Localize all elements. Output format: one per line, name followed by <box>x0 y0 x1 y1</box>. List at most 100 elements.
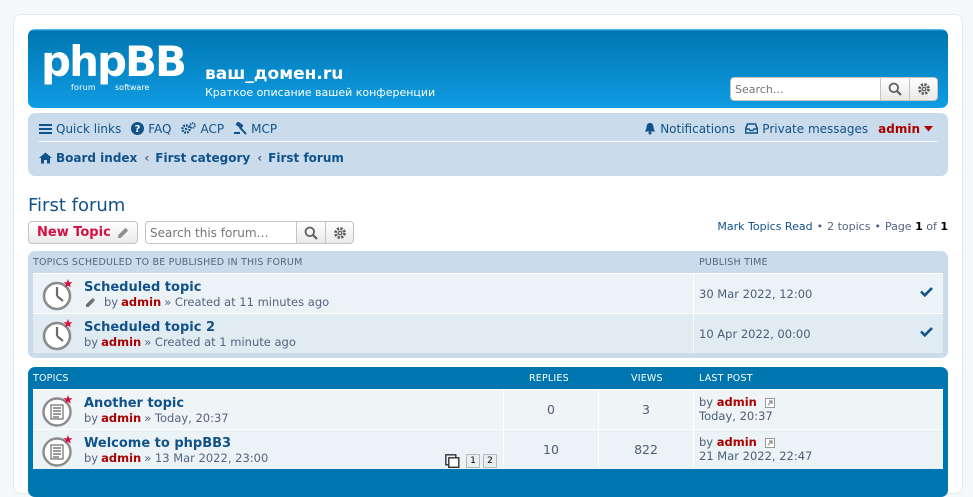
topic-date: » 13 Mar 2022, 23:00 <box>144 451 269 465</box>
clock-topic-icon <box>42 279 73 311</box>
forum-advanced-search-button[interactable] <box>326 221 354 244</box>
private-messages-link[interactable]: Private messages <box>745 122 868 136</box>
views-header: Views <box>631 372 663 384</box>
gavel-icon <box>234 122 247 135</box>
acp-link[interactable]: ACP <box>181 122 224 136</box>
column-divider <box>598 430 599 469</box>
navbar: Quick links ? FAQ ACP MCP Notifications <box>28 113 948 176</box>
topic-by: by <box>84 451 99 465</box>
last-post: by admin 21 Mar 2022, 22:47 <box>699 435 812 463</box>
hamburger-icon <box>39 123 52 134</box>
new-topic-label: New Topic <box>37 225 111 240</box>
view-latest-post-icon[interactable] <box>764 437 775 448</box>
new-topic-button[interactable]: New Topic <box>28 221 138 244</box>
forum-title[interactable]: First forum <box>28 195 125 216</box>
faq-link[interactable]: ? FAQ <box>131 122 171 136</box>
header-search <box>730 77 938 101</box>
checkmark-icon[interactable] <box>920 286 933 297</box>
header-search-button[interactable] <box>880 77 910 101</box>
last-post-author-link[interactable]: admin <box>717 395 757 409</box>
topic-by: by <box>84 335 99 349</box>
checkmark-icon[interactable] <box>920 326 933 337</box>
view-count: 3 <box>642 402 650 417</box>
topic-meta: by admin » 13 Mar 2022, 23:00 <box>84 451 268 466</box>
topic-title-link[interactable]: Another topic <box>84 396 229 411</box>
last-post-by: by <box>699 395 714 409</box>
mcp-label: MCP <box>251 121 278 136</box>
separator-dot: • <box>874 220 881 233</box>
view-latest-post-icon[interactable] <box>764 397 775 408</box>
scheduled-topic-row[interactable]: Scheduled topic by admin » Created at 11… <box>33 273 943 313</box>
forum-search-button[interactable] <box>296 221 326 244</box>
last-post-author-link[interactable]: admin <box>717 435 757 449</box>
breadcrumb-board-index[interactable]: Board index <box>39 151 137 165</box>
mark-topics-read-link[interactable]: Mark Topics Read <box>717 220 812 233</box>
notifications-label: Notifications <box>660 121 736 136</box>
scheduled-header: Topics scheduled to be published in this… <box>33 251 943 273</box>
pages-icon <box>445 454 460 468</box>
breadcrumb-separator: ‹ <box>144 151 150 165</box>
site-title[interactable]: ваш_домен.ru <box>205 64 343 84</box>
username: admin <box>878 121 920 136</box>
topic-pagination: 1 2 <box>445 454 497 468</box>
search-icon <box>888 82 902 96</box>
topic-title-link[interactable]: Welcome to phpBB3 <box>84 436 268 451</box>
replies-header: Replies <box>529 372 569 384</box>
column-divider <box>693 314 694 353</box>
last-post-header: Last post <box>699 372 753 384</box>
topic-author-link[interactable]: admin <box>101 335 141 350</box>
last-post-by: by <box>699 435 714 449</box>
quick-links-menu[interactable]: Quick links <box>39 122 121 136</box>
topic-author-link[interactable]: admin <box>101 411 141 426</box>
topics-panel: Topics Replies Views Last post Another t… <box>28 367 948 497</box>
site-header: phpBB forum software ваш_домен.ru Кратко… <box>28 29 948 108</box>
page-wrapper: phpBB forum software ваш_домен.ru Кратко… <box>13 14 963 497</box>
notifications-link[interactable]: Notifications <box>644 122 735 136</box>
logo-tagline-software: software <box>115 83 150 92</box>
view-count: 822 <box>634 442 658 457</box>
site-logo[interactable]: phpBB forum software <box>41 38 193 98</box>
home-icon <box>39 152 52 164</box>
column-divider <box>598 390 599 429</box>
page-current: 1 <box>915 220 923 233</box>
topic-author-link[interactable]: admin <box>101 451 141 466</box>
breadcrumb-first-forum[interactable]: First forum <box>268 151 344 165</box>
paperclip-icon <box>85 297 95 307</box>
page-of: of <box>926 220 937 233</box>
last-post: by admin Today, 20:37 <box>699 395 775 423</box>
scheduled-header-title: Topics scheduled to be published in this… <box>33 256 303 268</box>
search-icon <box>304 226 318 240</box>
gear-icon <box>333 226 346 239</box>
pagination: Mark Topics Read • 2 topics • Page 1 of … <box>717 220 948 233</box>
publish-time: 10 Apr 2022, 00:00 <box>699 327 811 341</box>
column-divider <box>693 390 694 429</box>
user-menu[interactable]: admin <box>878 122 937 136</box>
topic-page-link[interactable]: 2 <box>483 454 497 468</box>
breadcrumb-first-category[interactable]: First category <box>155 151 250 165</box>
header-search-input[interactable] <box>730 77 880 101</box>
breadcrumb: Board index ‹ First category ‹ First for… <box>39 145 937 171</box>
topic-unread-icon <box>42 395 73 427</box>
private-messages-label: Private messages <box>762 121 869 136</box>
topic-title-link[interactable]: Scheduled topic 2 <box>84 320 296 335</box>
header-advanced-search-button[interactable] <box>910 77 938 101</box>
topic-title-link[interactable]: Scheduled topic <box>84 280 329 295</box>
inbox-icon <box>745 123 759 134</box>
scheduled-topic-row[interactable]: Scheduled topic 2 by admin » Created at … <box>33 313 943 353</box>
svg-text:?: ? <box>135 124 141 135</box>
topic-row[interactable]: Another topic by admin » Today, 20:37 0 … <box>33 389 943 429</box>
topic-author-link[interactable]: admin <box>121 295 161 310</box>
clock-topic-icon <box>42 319 73 351</box>
topic-info: Welcome to phpBB3 by admin » 13 Mar 2022… <box>84 436 268 466</box>
question-circle-icon: ? <box>131 122 145 135</box>
topic-row[interactable]: Welcome to phpBB3 by admin » 13 Mar 2022… <box>33 429 943 469</box>
mcp-link[interactable]: MCP <box>234 122 277 136</box>
topics-header-title: Topics <box>33 372 69 384</box>
topic-by: by <box>84 411 99 425</box>
scheduled-topics-panel: Topics scheduled to be published in this… <box>28 251 948 358</box>
topic-page-link[interactable]: 1 <box>466 454 480 468</box>
site-description: Краткое описание вашей конференции <box>205 86 436 99</box>
column-divider <box>503 390 504 429</box>
topic-info: Another topic by admin » Today, 20:37 <box>84 396 229 426</box>
forum-search-input[interactable] <box>145 221 296 244</box>
